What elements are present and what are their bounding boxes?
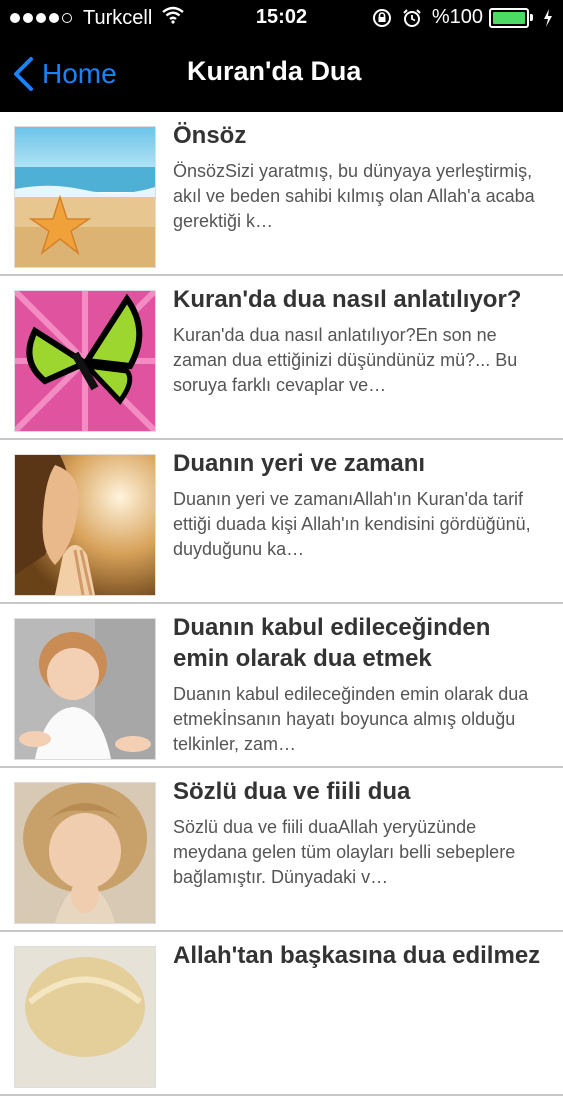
article-thumbnail xyxy=(14,782,156,924)
article-title: Duanın kabul edileceğinden emin olarak d… xyxy=(173,614,491,672)
list-item[interactable]: Kuran'da dua nasıl anlatılıyor? Kuran'da… xyxy=(0,276,563,440)
article-list: Önsöz ÖnsözSizi yaratmış, bu dünyaya yer… xyxy=(0,112,563,1096)
back-button-label: Home xyxy=(42,58,117,89)
article-thumbnail xyxy=(14,290,156,432)
article-summary: ÖnsözSizi yaratmış, bu dünyaya yerleştir… xyxy=(173,161,535,231)
alarm-icon xyxy=(402,8,422,28)
list-item[interactable]: Sözlü dua ve fiili dua Sözlü dua ve fiil… xyxy=(0,768,563,932)
charging-bolt-icon xyxy=(543,8,553,27)
list-item[interactable]: Duanın kabul edileceğinden emin olarak d… xyxy=(0,604,563,768)
article-thumbnail xyxy=(14,618,156,760)
article-summary: Duanın kabul edileceğinden emin olarak d… xyxy=(173,684,529,754)
rotation-lock-icon xyxy=(372,8,392,28)
article-title: Kuran'da dua nasıl anlatılıyor? xyxy=(173,286,522,313)
list-item[interactable]: Önsöz ÖnsözSizi yaratmış, bu dünyaya yer… xyxy=(0,112,563,276)
article-thumbnail xyxy=(14,946,156,1088)
article-title: Duanın yeri ve zamanı xyxy=(173,450,426,477)
article-title: Önsöz xyxy=(173,122,247,149)
article-title: Allah'tan başkasına dua edilmez xyxy=(173,942,541,969)
article-summary: Duanın yeri ve zamanıAllah'ın Kuran'da t… xyxy=(173,489,531,559)
list-item[interactable]: Duanın yeri ve zamanı Duanın yeri ve zam… xyxy=(0,440,563,604)
article-title: Sözlü dua ve fiili dua xyxy=(173,778,411,805)
battery-icon xyxy=(489,7,533,28)
page-title: Kuran'da Dua xyxy=(187,56,362,86)
status-bar: Turkcell 15:02 %100 xyxy=(0,0,563,36)
navigation-bar: Home Kuran'da Dua xyxy=(0,36,563,112)
article-summary: Sözlü dua ve fiili duaAllah yeryüzünde m… xyxy=(173,817,516,887)
article-thumbnail xyxy=(14,454,156,596)
article-summary: Kuran'da dua nasıl anlatılıyor?En son ne… xyxy=(173,325,518,395)
status-bar-right: %100 xyxy=(362,6,553,29)
article-thumbnail xyxy=(14,126,156,268)
back-button[interactable]: Home xyxy=(12,56,117,92)
chevron-left-icon xyxy=(14,57,33,91)
list-item[interactable]: Allah'tan başkasına dua edilmez xyxy=(0,932,563,1096)
battery-percent: %100 xyxy=(431,6,483,28)
